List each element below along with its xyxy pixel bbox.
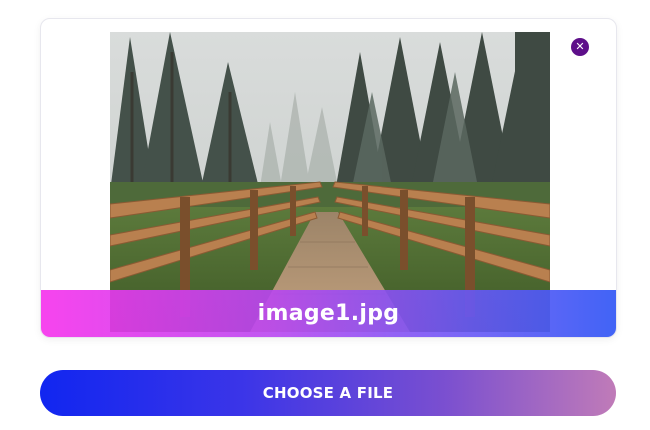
remove-file-button[interactable]: ✕	[571, 38, 589, 56]
upload-card: ✕ image1.jpg	[40, 18, 617, 338]
choose-file-button[interactable]: CHOOSE A FILE	[40, 370, 616, 416]
file-name: image1.jpg	[257, 301, 400, 326]
choose-file-label: CHOOSE A FILE	[262, 384, 394, 402]
filename-bar: image1.jpg	[41, 290, 616, 337]
image-preview	[110, 32, 550, 332]
close-icon[interactable]: ✕	[575, 40, 584, 53]
